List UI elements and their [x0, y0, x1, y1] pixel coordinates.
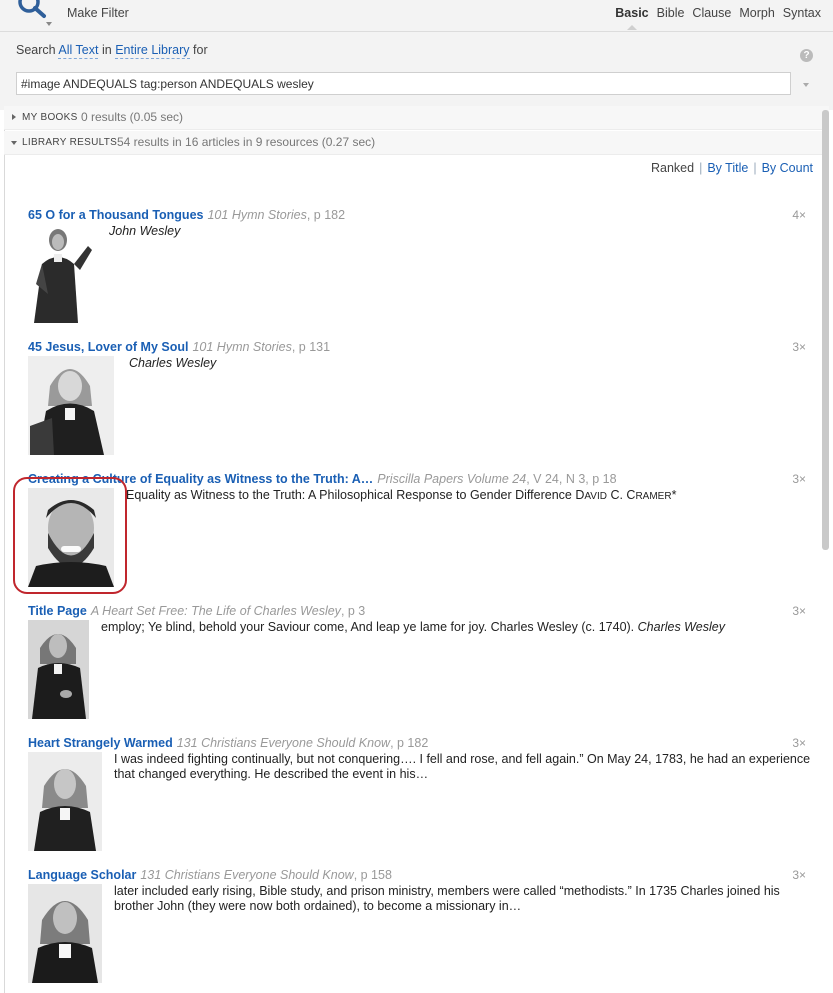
result-header: 65 O for a Thousand Tongues 101 Hymn Stor… — [28, 208, 345, 222]
tab-morph[interactable]: Morph — [739, 6, 774, 20]
result-page: , p 182 — [390, 736, 429, 750]
result-header: 45 Jesus, Lover of My Soul 101 Hymn Stori… — [28, 340, 330, 354]
result-header: Creating a Culture of Equality as Witnes… — [28, 472, 617, 486]
search-prefix-label: Search — [16, 43, 56, 57]
result-item: 45 Jesus, Lover of My Soul 101 Hymn Stori… — [28, 340, 808, 465]
result-page: , p 3 — [340, 604, 366, 618]
snippet-italic-text: Charles Wesley — [637, 620, 725, 634]
result-image-thumbnail[interactable] — [28, 356, 114, 455]
sort-by-count[interactable]: By Count — [762, 161, 813, 175]
search-scope-line: Search All Text in Entire Library for — [16, 43, 208, 59]
snippet-italic-text: John Wesley — [109, 224, 181, 238]
for-label: for — [193, 43, 208, 57]
sort-by-title[interactable]: By Title — [707, 161, 748, 175]
result-count: 4× — [792, 208, 806, 222]
sort-separator: | — [753, 161, 757, 175]
help-icon[interactable]: ? — [800, 49, 813, 62]
result-image-thumbnail[interactable] — [28, 620, 89, 719]
snippet-text: Equality as Witness to the Truth: A Phil… — [126, 488, 576, 502]
search-icon[interactable] — [12, 0, 48, 24]
my-books-section[interactable]: MY BOOKS 0 results (0.05 sec) — [4, 106, 829, 130]
query-history-dropdown-icon[interactable] — [803, 83, 809, 87]
snippet-author-smallcaps: RAMER — [635, 491, 672, 502]
my-books-title: MY BOOKS — [22, 112, 78, 123]
tab-bible[interactable]: Bible — [657, 6, 685, 20]
library-results-title: LIBRARY RESULTS — [22, 137, 118, 148]
result-item: Title Page A Heart Set Free: The Life of … — [28, 604, 808, 729]
library-scope-dropdown[interactable]: Entire Library — [115, 43, 190, 59]
sort-options: Ranked | By Title | By Count — [651, 161, 813, 175]
snippet-author-initial: C. C — [606, 488, 636, 502]
collapse-caret-icon[interactable] — [11, 141, 17, 145]
vertical-scrollbar[interactable] — [822, 110, 829, 550]
search-toolbar: Make Filter Basic Bible Clause Morph Syn… — [0, 0, 833, 32]
search-menu-arrow-icon[interactable] — [46, 22, 52, 26]
result-item: 65 O for a Thousand Tongues 101 Hymn Stor… — [28, 208, 808, 333]
result-title-link[interactable]: 65 O for a Thousand Tongues — [28, 208, 203, 222]
result-source[interactable]: 101 Hymn Stories — [192, 340, 291, 354]
snippet-italic-text: Charles Wesley — [129, 356, 217, 370]
search-mode-tabs: Basic Bible Clause Morph Syntax — [615, 6, 821, 30]
result-title-link[interactable]: Creating a Culture of Equality as Witnes… — [28, 472, 373, 486]
result-item: Creating a Culture of Equality as Witnes… — [28, 472, 808, 597]
snippet-author-initial: D — [575, 488, 585, 502]
snippet-text: employ; Ye blind, behold your Saviour co… — [101, 620, 638, 634]
result-page: , V 24, N 3, p 18 — [526, 472, 617, 486]
result-snippet: John Wesley — [109, 224, 180, 239]
result-image-thumbnail[interactable] — [28, 488, 114, 587]
in-label: in — [101, 43, 112, 57]
result-image-thumbnail[interactable] — [28, 884, 102, 983]
result-snippet: later included early rising, Bible study… — [114, 884, 780, 914]
tab-clause[interactable]: Clause — [692, 6, 731, 20]
result-title-link[interactable]: Language Scholar — [28, 868, 136, 882]
result-source[interactable]: Priscilla Papers Volume 24 — [377, 472, 526, 486]
result-count: 3× — [792, 604, 806, 618]
library-results-stats: 54 results in 16 articles in 9 resources… — [117, 135, 376, 149]
my-books-stats: 0 results (0.05 sec) — [81, 110, 184, 124]
text-scope-dropdown[interactable]: All Text — [58, 43, 99, 59]
result-source[interactable]: 101 Hymn Stories — [207, 208, 306, 222]
result-title-link[interactable]: 45 Jesus, Lover of My Soul — [28, 340, 188, 354]
result-title-link[interactable]: Heart Strangely Warmed — [28, 736, 173, 750]
result-source[interactable]: 131 Christians Everyone Should Know — [177, 736, 390, 750]
search-query-input[interactable] — [16, 72, 791, 95]
search-panel: Search All Text in Entire Library for ? — [0, 32, 833, 110]
tab-basic[interactable]: Basic — [615, 6, 649, 30]
result-snippet: I was indeed fighting continually, but n… — [114, 752, 810, 782]
snippet-author-smallcaps: AVID — [584, 491, 607, 502]
result-count: 3× — [792, 340, 806, 354]
result-image-thumbnail[interactable] — [28, 224, 94, 323]
result-image-thumbnail[interactable] — [28, 752, 102, 851]
result-snippet: Equality as Witness to the Truth: A Phil… — [126, 488, 676, 504]
results-left-border — [4, 110, 5, 993]
sort-ranked[interactable]: Ranked — [651, 161, 694, 175]
library-results-section[interactable]: LIBRARY RESULTS 54 results in 16 article… — [4, 131, 829, 155]
result-item: Heart Strangely Warmed 131 Christians Eve… — [28, 736, 810, 861]
result-snippet: employ; Ye blind, behold your Saviour co… — [101, 620, 725, 635]
snippet-footnote-mark: * — [671, 488, 677, 502]
result-page: , p 158 — [353, 868, 392, 882]
result-count: 3× — [792, 472, 806, 486]
result-source[interactable]: A Heart Set Free: The Life of Charles We… — [91, 604, 341, 618]
result-count: 3× — [792, 868, 806, 882]
result-page: , p 182 — [306, 208, 346, 222]
result-count: 3× — [792, 736, 806, 750]
result-item: Language Scholar 131 Christians Everyone … — [28, 868, 808, 993]
snippet-line: brother John (they were now both ordaine… — [114, 899, 522, 913]
expand-caret-icon[interactable] — [12, 114, 16, 120]
tab-syntax[interactable]: Syntax — [783, 6, 821, 20]
result-snippet: Charles Wesley — [129, 356, 216, 371]
snippet-line: later included early rising, Bible study… — [114, 884, 780, 898]
result-page: , p 131 — [291, 340, 331, 354]
result-source[interactable]: 131 Christians Everyone Should Know — [140, 868, 353, 882]
result-header: Heart Strangely Warmed 131 Christians Eve… — [28, 736, 428, 750]
snippet-line: I was indeed fighting continually, but n… — [114, 752, 811, 766]
result-header: Language Scholar 131 Christians Everyone … — [28, 868, 392, 882]
result-title-link[interactable]: Title Page — [28, 604, 87, 618]
make-filter-button[interactable]: Make Filter — [67, 6, 129, 20]
sort-separator: | — [699, 161, 703, 175]
snippet-line: that changed everything. He described th… — [114, 767, 429, 781]
result-header: Title Page A Heart Set Free: The Life of … — [28, 604, 365, 618]
